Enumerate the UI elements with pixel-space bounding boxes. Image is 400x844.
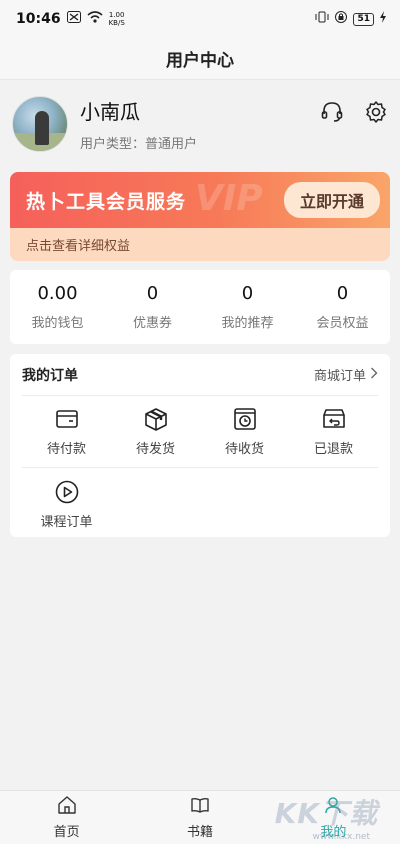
order-label: 待付款 (46, 442, 86, 457)
stat-member-benefits[interactable]: 0 会员权益 (295, 283, 390, 331)
stat-coupons[interactable]: 0 优惠券 (105, 283, 200, 331)
vip-detail-link[interactable]: 点击查看详细权益 (10, 228, 390, 261)
vip-detail-label: 点击查看详细权益 (26, 239, 131, 254)
settings-button[interactable] (364, 100, 388, 128)
nav-bar: 用户中心 (0, 38, 400, 80)
stat-value: 0 (241, 283, 254, 304)
order-pending-receipt[interactable]: 待收货 (200, 406, 289, 457)
wifi-icon (87, 11, 103, 27)
clock-box-icon (232, 406, 258, 432)
mall-orders-label: 商城订单 (313, 369, 366, 384)
profile-user-type: 用户类型：普通用户 (80, 137, 198, 152)
order-label: 已退款 (313, 442, 353, 457)
avatar[interactable] (12, 96, 68, 152)
order-pending-payment[interactable]: 待付款 (22, 406, 111, 457)
battery-indicator: 51 (353, 12, 374, 26)
vip-watermark: VIP (195, 178, 263, 219)
wallet-icon (54, 406, 80, 432)
stat-label: 我的钱包 (31, 316, 84, 331)
stat-value: 0.00 (37, 283, 78, 304)
headset-icon (320, 100, 344, 128)
book-icon (190, 795, 210, 819)
status-time: 10:46 (16, 11, 61, 27)
tab-home[interactable]: 首页 (0, 791, 133, 844)
tab-label: 书籍 (186, 825, 213, 840)
net-speed-value: 1.00 (108, 11, 125, 19)
net-speed-unit: KB/S (108, 19, 125, 27)
order-refunded[interactable]: 已退款 (289, 406, 378, 457)
orders-card: 我的订单 商城订单 待付款 待发货 待收货 已退款 课程订单 (10, 354, 390, 537)
page-title: 用户中心 (166, 51, 234, 71)
tab-books[interactable]: 书籍 (133, 791, 266, 844)
watermark-url: www.kkx.net (312, 832, 371, 842)
profile-section: 小南瓜 用户类型：普通用户 (0, 80, 400, 168)
order-label: 待收货 (224, 442, 264, 457)
order-pending-shipment[interactable]: 待发货 (111, 406, 200, 457)
profile-name: 小南瓜 (80, 100, 140, 124)
stat-label: 优惠券 (132, 316, 172, 331)
gear-icon (364, 100, 388, 128)
home-icon (57, 795, 77, 819)
status-bar: 10:46 1.00 KB/S 51 (0, 0, 400, 38)
box-icon (143, 406, 169, 432)
chevron-right-icon (370, 367, 378, 383)
tab-label: 首页 (53, 825, 80, 840)
stat-value: 0 (146, 283, 159, 304)
order-label: 课程订单 (40, 514, 93, 530)
stat-referrals[interactable]: 0 我的推荐 (200, 283, 295, 331)
vip-open-button[interactable]: 立即开通 (283, 182, 380, 218)
vibrate-icon (315, 11, 329, 27)
net-speed: 1.00 KB/S (109, 11, 125, 27)
notification-icon (66, 11, 81, 27)
refund-icon (321, 406, 347, 432)
charging-icon (380, 11, 386, 27)
play-circle-icon (54, 479, 80, 505)
customer-service-button[interactable] (320, 102, 344, 126)
mall-orders-link[interactable]: 商城订单 (314, 365, 378, 384)
lock-icon (335, 11, 348, 27)
vip-title: 热卜工具会员服务 (26, 190, 187, 213)
order-label: 待发货 (135, 442, 175, 457)
tab-bar: 首页 书籍 我的 KK下载 www.kkx.net (0, 790, 400, 844)
watermark-text: KK下载 (274, 797, 378, 830)
stat-label: 会员权益 (316, 316, 369, 331)
orders-title: 我的订单 (22, 367, 78, 384)
stats-card: 0.00 我的钱包 0 优惠券 0 我的推荐 0 会员权益 (10, 270, 390, 344)
stat-wallet[interactable]: 0.00 我的钱包 (10, 283, 105, 331)
stat-value: 0 (336, 283, 349, 304)
order-course[interactable]: 课程订单 (22, 479, 111, 530)
stat-label: 我的推荐 (221, 316, 274, 331)
vip-card[interactable]: 热卜工具会员服务 VIP 立即开通 点击查看详细权益 (10, 172, 390, 261)
